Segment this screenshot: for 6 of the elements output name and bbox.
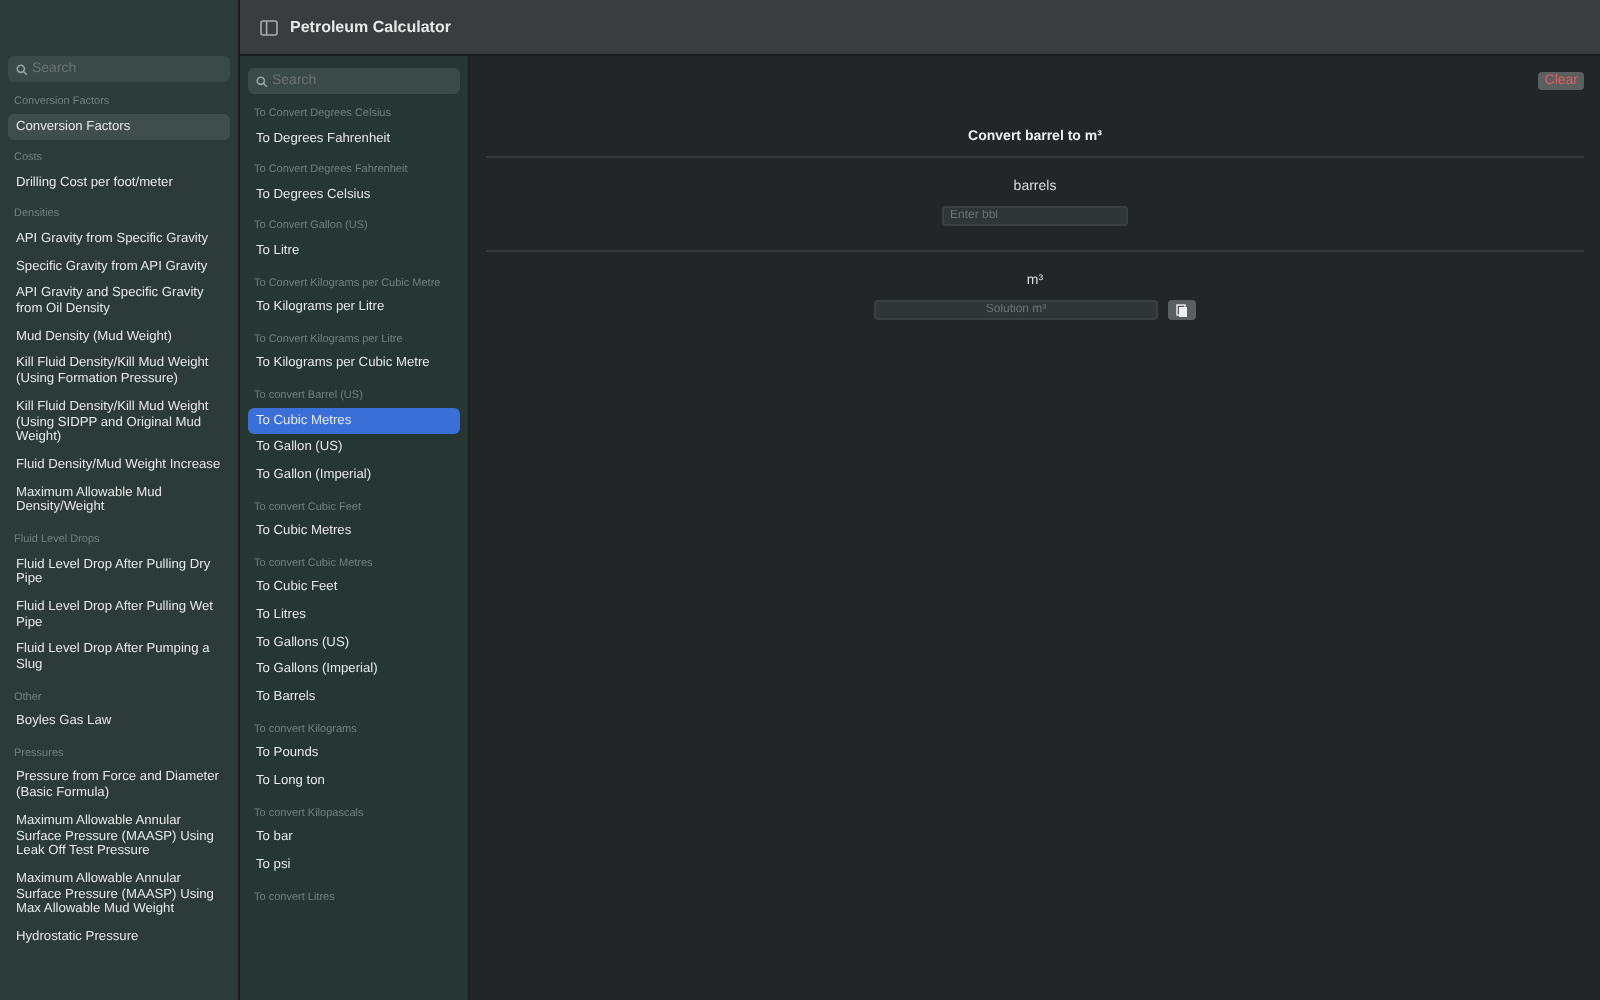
copy-icon (1176, 303, 1188, 317)
copy-button[interactable] (1168, 300, 1196, 320)
search-icon (16, 63, 28, 75)
window-title: Petroleum Calculator (290, 18, 451, 36)
sidebar-toggle-icon[interactable] (260, 19, 278, 35)
search-icon (256, 75, 268, 87)
